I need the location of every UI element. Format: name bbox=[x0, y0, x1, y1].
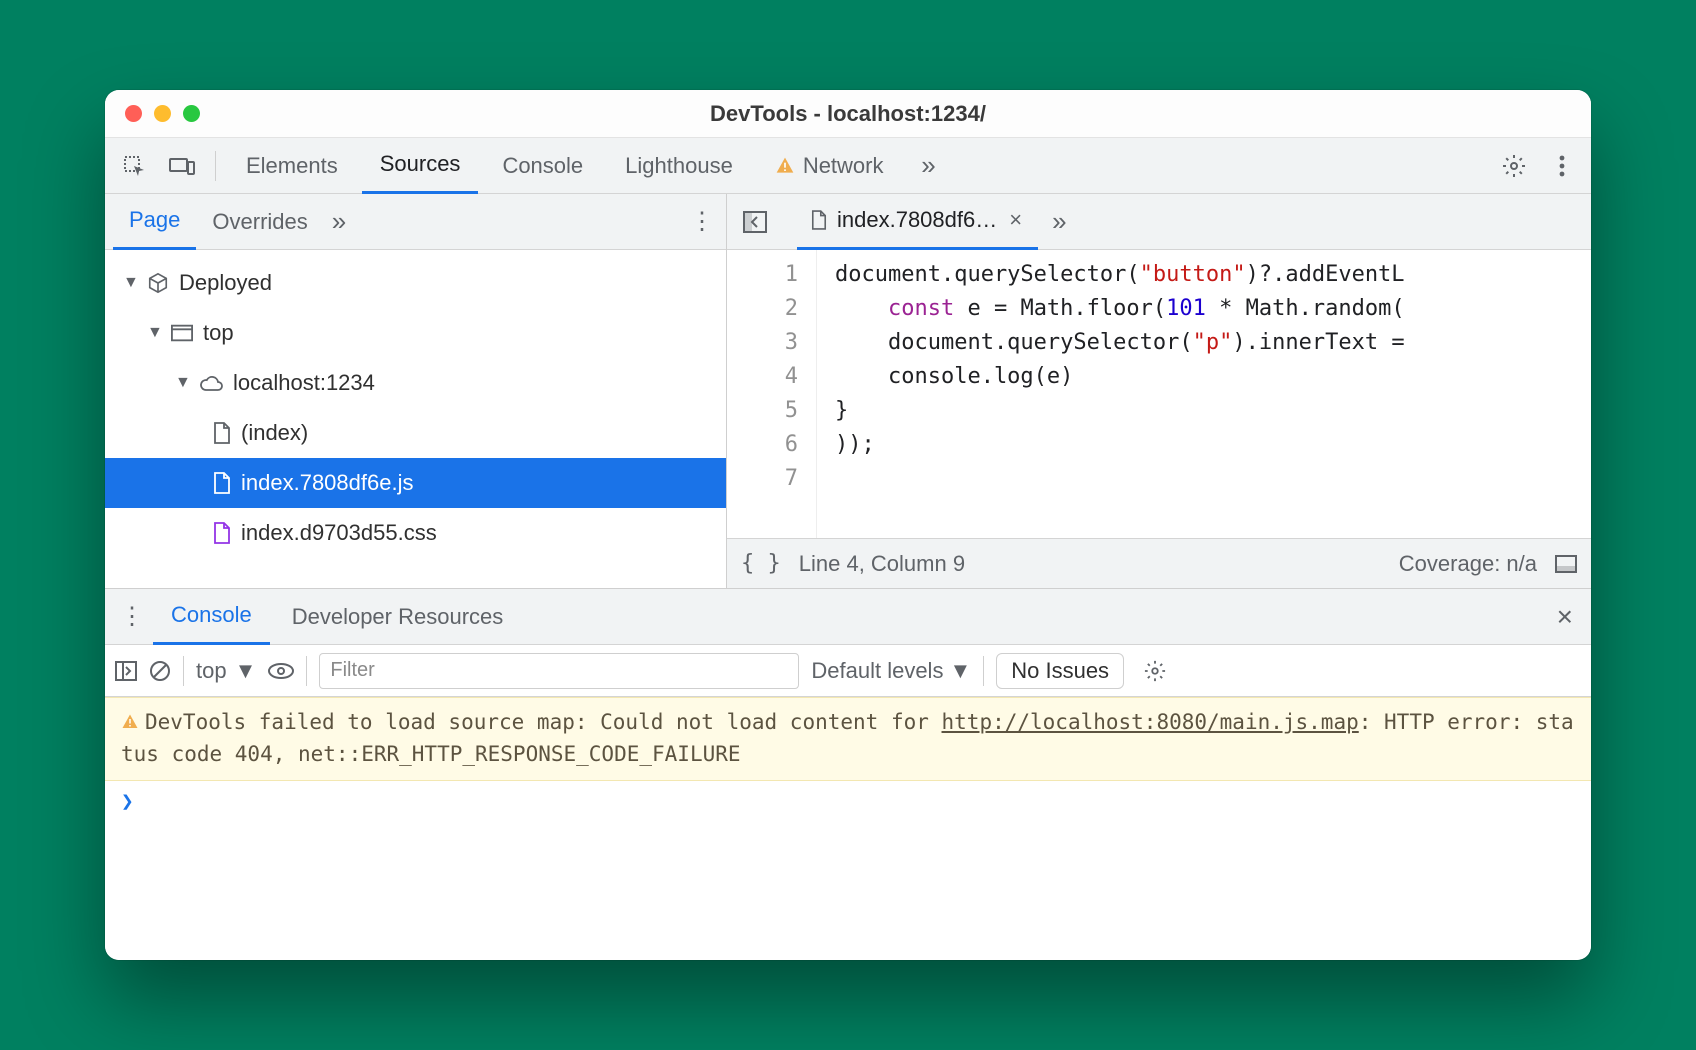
tab-elements[interactable]: Elements bbox=[228, 138, 356, 194]
tree-label: index.d9703d55.css bbox=[241, 520, 437, 546]
titlebar: DevTools - localhost:1234/ bbox=[105, 90, 1591, 138]
console-warning-row[interactable]: DevTools failed to load source map: Coul… bbox=[105, 697, 1591, 781]
toggle-navigator-icon[interactable] bbox=[735, 202, 775, 242]
console-output: DevTools failed to load source map: Coul… bbox=[105, 697, 1591, 960]
pretty-print-icon[interactable]: { } bbox=[741, 551, 781, 576]
chevron-down-icon: ▼ bbox=[175, 374, 189, 392]
navigator-menu-icon[interactable]: ⋮ bbox=[686, 207, 718, 236]
tree-label: Deployed bbox=[179, 270, 272, 296]
tree-node-origin[interactable]: ▼ localhost:1234 bbox=[105, 358, 726, 408]
tree-label: index.7808df6e.js bbox=[241, 470, 413, 496]
kebab-menu-icon[interactable] bbox=[1541, 145, 1583, 187]
drawer-tabstrip: ⋮ Console Developer Resources × bbox=[105, 589, 1591, 645]
tree-label: (index) bbox=[241, 420, 308, 446]
chevron-down-icon: ▼ bbox=[147, 324, 161, 342]
live-expression-icon[interactable] bbox=[268, 662, 294, 680]
editor-tab[interactable]: index.7808df6… × bbox=[797, 194, 1038, 250]
chevron-down-icon: ▼ bbox=[235, 658, 257, 684]
document-icon bbox=[213, 522, 231, 544]
warning-icon bbox=[775, 156, 795, 176]
tree-label: localhost:1234 bbox=[233, 370, 375, 396]
warning-text-prefix: DevTools failed to load source map: Coul… bbox=[145, 710, 942, 734]
line-gutter: 1234567 bbox=[727, 250, 817, 538]
tree-file-index[interactable]: (index) bbox=[105, 408, 726, 458]
navigator-more-tabs-icon[interactable]: » bbox=[332, 206, 346, 237]
tab-network-label: Network bbox=[803, 153, 884, 179]
document-icon bbox=[213, 422, 231, 444]
editor-more-tabs-icon[interactable]: » bbox=[1052, 206, 1066, 237]
tree-node-top[interactable]: ▼ top bbox=[105, 308, 726, 358]
separator bbox=[983, 656, 984, 686]
settings-icon[interactable] bbox=[1493, 145, 1535, 187]
drawer-tab-console[interactable]: Console bbox=[153, 589, 270, 645]
more-tabs-icon[interactable]: » bbox=[908, 145, 950, 187]
console-toolbar: top ▼ Default levels ▼ No Issues bbox=[105, 645, 1591, 697]
devtools-window: DevTools - localhost:1234/ Elements Sour… bbox=[105, 90, 1591, 960]
log-levels-label: Default levels bbox=[811, 658, 943, 684]
window-controls bbox=[125, 105, 200, 122]
drawer-close-icon[interactable]: × bbox=[1549, 601, 1581, 633]
separator bbox=[183, 656, 184, 686]
zoom-window-button[interactable] bbox=[183, 105, 200, 122]
warning-icon bbox=[121, 713, 139, 731]
editor-statusbar: { } Line 4, Column 9 Coverage: n/a bbox=[727, 538, 1591, 588]
cursor-position: Line 4, Column 9 bbox=[799, 551, 965, 577]
tree-file-css[interactable]: index.d9703d55.css bbox=[105, 508, 726, 558]
minimize-window-button[interactable] bbox=[154, 105, 171, 122]
tab-sources[interactable]: Sources bbox=[362, 138, 479, 194]
device-toolbar-icon[interactable] bbox=[161, 145, 203, 187]
source-map-link[interactable]: http://localhost:8080/main.js.map bbox=[942, 710, 1359, 734]
document-icon bbox=[213, 472, 231, 494]
coverage-status: Coverage: n/a bbox=[1399, 551, 1537, 577]
console-settings-icon[interactable] bbox=[1144, 660, 1166, 682]
navigator-tab-overrides[interactable]: Overrides bbox=[196, 194, 323, 250]
chevron-down-icon: ▼ bbox=[949, 658, 971, 684]
context-label: top bbox=[196, 658, 227, 684]
separator bbox=[306, 656, 307, 686]
context-selector[interactable]: top ▼ bbox=[196, 658, 256, 684]
clear-console-icon[interactable] bbox=[149, 660, 171, 682]
editor-tab-label: index.7808df6… bbox=[837, 207, 997, 233]
main-tabstrip: Elements Sources Console Lighthouse Netw… bbox=[105, 138, 1591, 194]
navigator-panel: Page Overrides » ⋮ ▼ Deployed ▼ top bbox=[105, 194, 727, 588]
tab-lighthouse[interactable]: Lighthouse bbox=[607, 138, 751, 194]
tab-console[interactable]: Console bbox=[484, 138, 601, 194]
navigator-tabstrip: Page Overrides » ⋮ bbox=[105, 194, 726, 250]
code-editor[interactable]: 1234567 document.querySelector("button")… bbox=[727, 250, 1591, 538]
document-icon bbox=[811, 210, 827, 230]
drawer-tab-devresources[interactable]: Developer Resources bbox=[274, 589, 522, 645]
tree-file-js[interactable]: index.7808df6e.js bbox=[105, 458, 726, 508]
editor-panel: index.7808df6… × » 1234567 document.quer… bbox=[727, 194, 1591, 588]
console-sidebar-toggle-icon[interactable] bbox=[115, 661, 137, 681]
drawer: ⋮ Console Developer Resources × top ▼ bbox=[105, 589, 1591, 960]
file-tree: ▼ Deployed ▼ top ▼ localhost:1234 (index… bbox=[105, 250, 726, 588]
close-window-button[interactable] bbox=[125, 105, 142, 122]
cloud-icon bbox=[199, 374, 223, 392]
navigator-tab-page[interactable]: Page bbox=[113, 194, 196, 250]
window-title: DevTools - localhost:1234/ bbox=[710, 101, 986, 127]
tree-node-deployed[interactable]: ▼ Deployed bbox=[105, 258, 726, 308]
drawer-menu-icon[interactable]: ⋮ bbox=[115, 602, 149, 631]
frame-icon bbox=[171, 324, 193, 342]
inspect-icon[interactable] bbox=[113, 145, 155, 187]
code-content[interactable]: document.querySelector("button")?.addEve… bbox=[817, 250, 1405, 538]
console-filter-input[interactable] bbox=[319, 653, 799, 689]
package-icon bbox=[147, 272, 169, 294]
log-levels-selector[interactable]: Default levels ▼ bbox=[811, 658, 971, 684]
chevron-down-icon: ▼ bbox=[123, 274, 137, 292]
show-drawer-icon[interactable] bbox=[1555, 555, 1577, 573]
tree-label: top bbox=[203, 320, 234, 346]
tab-network[interactable]: Network bbox=[757, 138, 902, 194]
separator bbox=[215, 151, 216, 181]
issues-button[interactable]: No Issues bbox=[996, 653, 1124, 689]
editor-tabstrip: index.7808df6… × » bbox=[727, 194, 1591, 250]
close-tab-icon[interactable]: × bbox=[1007, 207, 1024, 233]
sources-split: Page Overrides » ⋮ ▼ Deployed ▼ top bbox=[105, 194, 1591, 589]
console-prompt[interactable]: ❯ bbox=[105, 781, 1591, 821]
